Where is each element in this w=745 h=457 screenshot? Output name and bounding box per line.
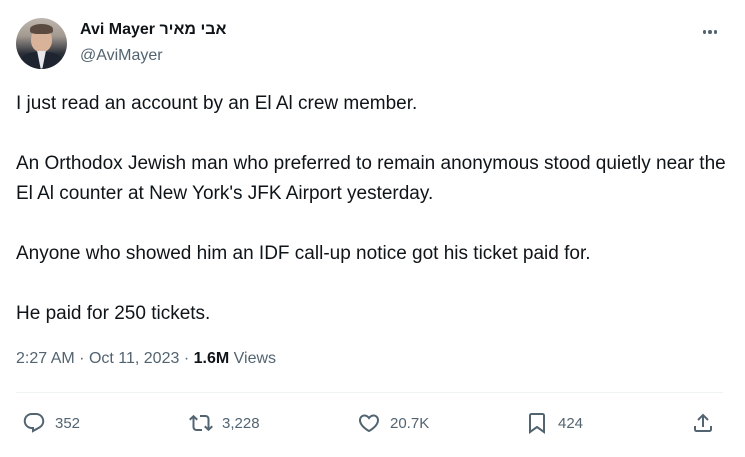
reply-button[interactable]: 352 (22, 405, 80, 441)
like-count: 20.7K (390, 414, 430, 432)
action-bar: 352 3,228 20.7K 424 (0, 405, 745, 441)
reply-count: 352 (55, 414, 81, 432)
bookmark-button[interactable]: 424 (525, 405, 583, 441)
reply-icon (23, 413, 45, 433)
share-icon (694, 413, 712, 432)
tweet-date[interactable]: Oct 11, 2023 (89, 350, 179, 367)
tweet-paragraph: Anyone who showed him an IDF call-up not… (16, 243, 591, 264)
tweet-text: I just read an account by an El Al crew … (16, 89, 731, 329)
views-label: Views (233, 350, 277, 367)
tweet-header: Avi Mayer אבי מאיר @AviMayer (16, 17, 226, 69)
bookmark-count: 424 (558, 414, 584, 432)
views-count: 1.6M (193, 350, 230, 367)
bookmark-icon (529, 413, 545, 434)
author-handle[interactable]: @AviMayer (80, 46, 226, 66)
repost-button[interactable]: 3,228 (189, 405, 260, 441)
author-names: Avi Mayer אבי מאיר @AviMayer (80, 20, 226, 66)
tweet-paragraph: I just read an account by an El Al crew … (16, 93, 418, 114)
like-button[interactable]: 20.7K (357, 405, 429, 441)
meta-separator: · (79, 350, 85, 367)
meta-separator: · (183, 350, 190, 367)
repost-icon (189, 414, 213, 432)
tweet-meta: 2:27 AM · Oct 11, 2023 · 1.6M Views (16, 347, 276, 371)
repost-count: 3,228 (222, 414, 260, 432)
more-icon[interactable] (699, 22, 721, 42)
tweet-card: Avi Mayer אבי מאיר @AviMayer I just read… (0, 0, 745, 457)
tweet-paragraph: An Orthodox Jewish man who preferred to … (16, 153, 726, 204)
author-display-name[interactable]: Avi Mayer אבי מאיר (80, 20, 226, 40)
avatar[interactable] (16, 17, 67, 69)
heart-icon (358, 414, 380, 433)
divider (16, 392, 723, 393)
share-button[interactable] (691, 405, 715, 441)
tweet-paragraph: He paid for 250 tickets. (16, 303, 211, 324)
tweet-time[interactable]: 2:27 AM (16, 350, 75, 367)
